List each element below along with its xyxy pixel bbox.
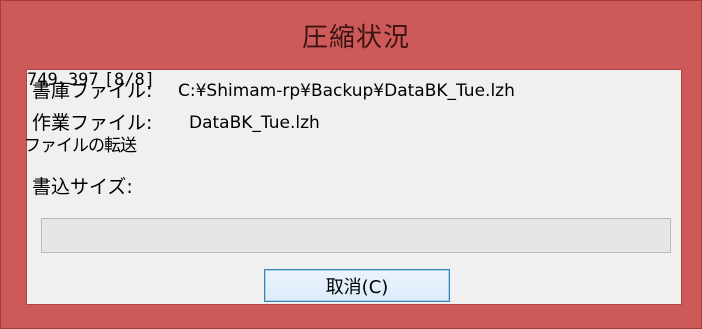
dialog-body: 書庫ファイル: C:¥Shimam-rp¥Backup¥DataBK_Tue.l…: [24, 69, 682, 305]
dialog-title: 圧縮状況: [301, 22, 410, 53]
working-file-label: 作業ファイル:: [32, 112, 153, 134]
progress-bar: [41, 218, 671, 253]
write-size-label: 書込サイズ:: [32, 176, 133, 198]
title-bar[interactable]: 圧縮状況: [1, 1, 701, 69]
cancel-button[interactable]: 取消(C): [264, 269, 450, 302]
status-text: ファイルの転送: [24, 136, 137, 156]
compression-dialog: 圧縮状況 書庫ファイル: C:¥Shimam-rp¥Backup¥DataBK_…: [0, 0, 702, 329]
archive-file-path: C:¥Shimam-rp¥Backup¥DataBK_Tue.lzh: [178, 81, 515, 101]
archive-file-label: 書庫ファイル:: [32, 80, 153, 102]
working-file-name: DataBK_Tue.lzh: [189, 113, 320, 133]
